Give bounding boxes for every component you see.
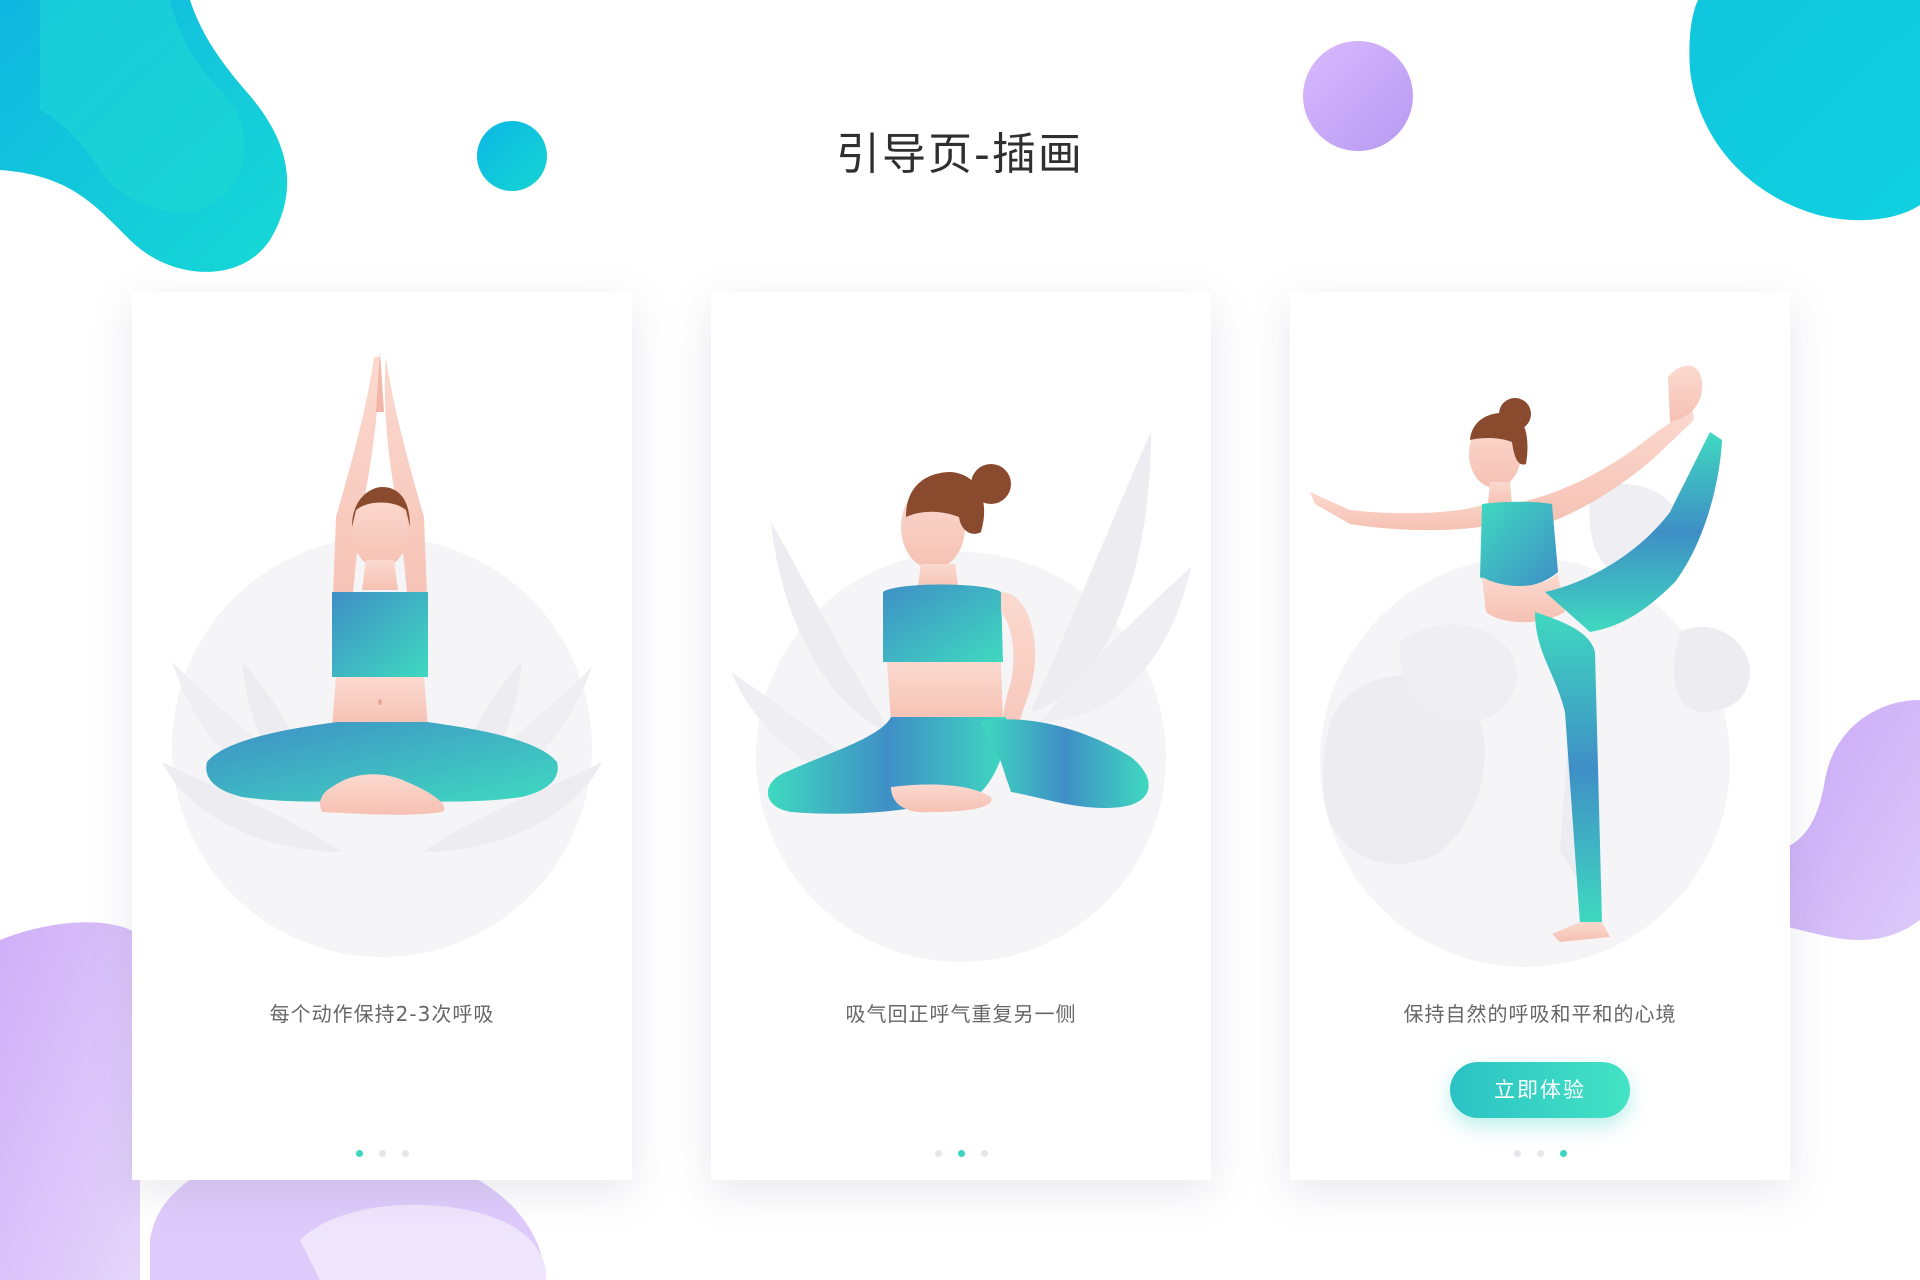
pagination-dot-1[interactable] [355, 1150, 363, 1157]
pagination-dot-3[interactable] [980, 1150, 988, 1157]
card-caption: 每个动作保持2-3次呼吸 [269, 1002, 495, 1026]
yoga-dancer-pose-illustration [1310, 365, 1751, 967]
card-caption: 吸气回正呼气重复另一侧 [845, 1002, 1077, 1026]
pagination-dots [132, 1142, 632, 1161]
pagination-dot-1[interactable] [1513, 1150, 1521, 1157]
yoga-pigeon-pose-illustration [731, 432, 1191, 962]
pagination-dot-3[interactable] [401, 1150, 409, 1157]
pagination-dots [711, 1142, 1211, 1161]
onboarding-card-1: 每个动作保持2-3次呼吸 [132, 292, 632, 1180]
pagination-dot-1[interactable] [934, 1150, 942, 1157]
onboarding-card-2: 吸气回正呼气重复另一侧 [711, 292, 1211, 1180]
page-title: 引导页-插画 [836, 129, 1084, 180]
pagination-dot-3[interactable] [1559, 1150, 1567, 1157]
start-experience-button[interactable]: 立即体验 [1450, 1062, 1630, 1118]
pagination-dot-2[interactable] [957, 1150, 965, 1157]
onboarding-card-3: 保持自然的呼吸和平和的心境 立即体验 [1290, 292, 1790, 1180]
pagination-dots [1290, 1142, 1790, 1161]
purple-blob-right [1780, 700, 1920, 940]
card-caption: 保持自然的呼吸和平和的心境 [1403, 1002, 1677, 1026]
yoga-lotus-pose-illustration [162, 352, 602, 957]
pagination-dot-2[interactable] [1536, 1150, 1544, 1157]
pagination-dot-2[interactable] [378, 1150, 386, 1157]
teal-blob-top-right [1689, 0, 1920, 221]
